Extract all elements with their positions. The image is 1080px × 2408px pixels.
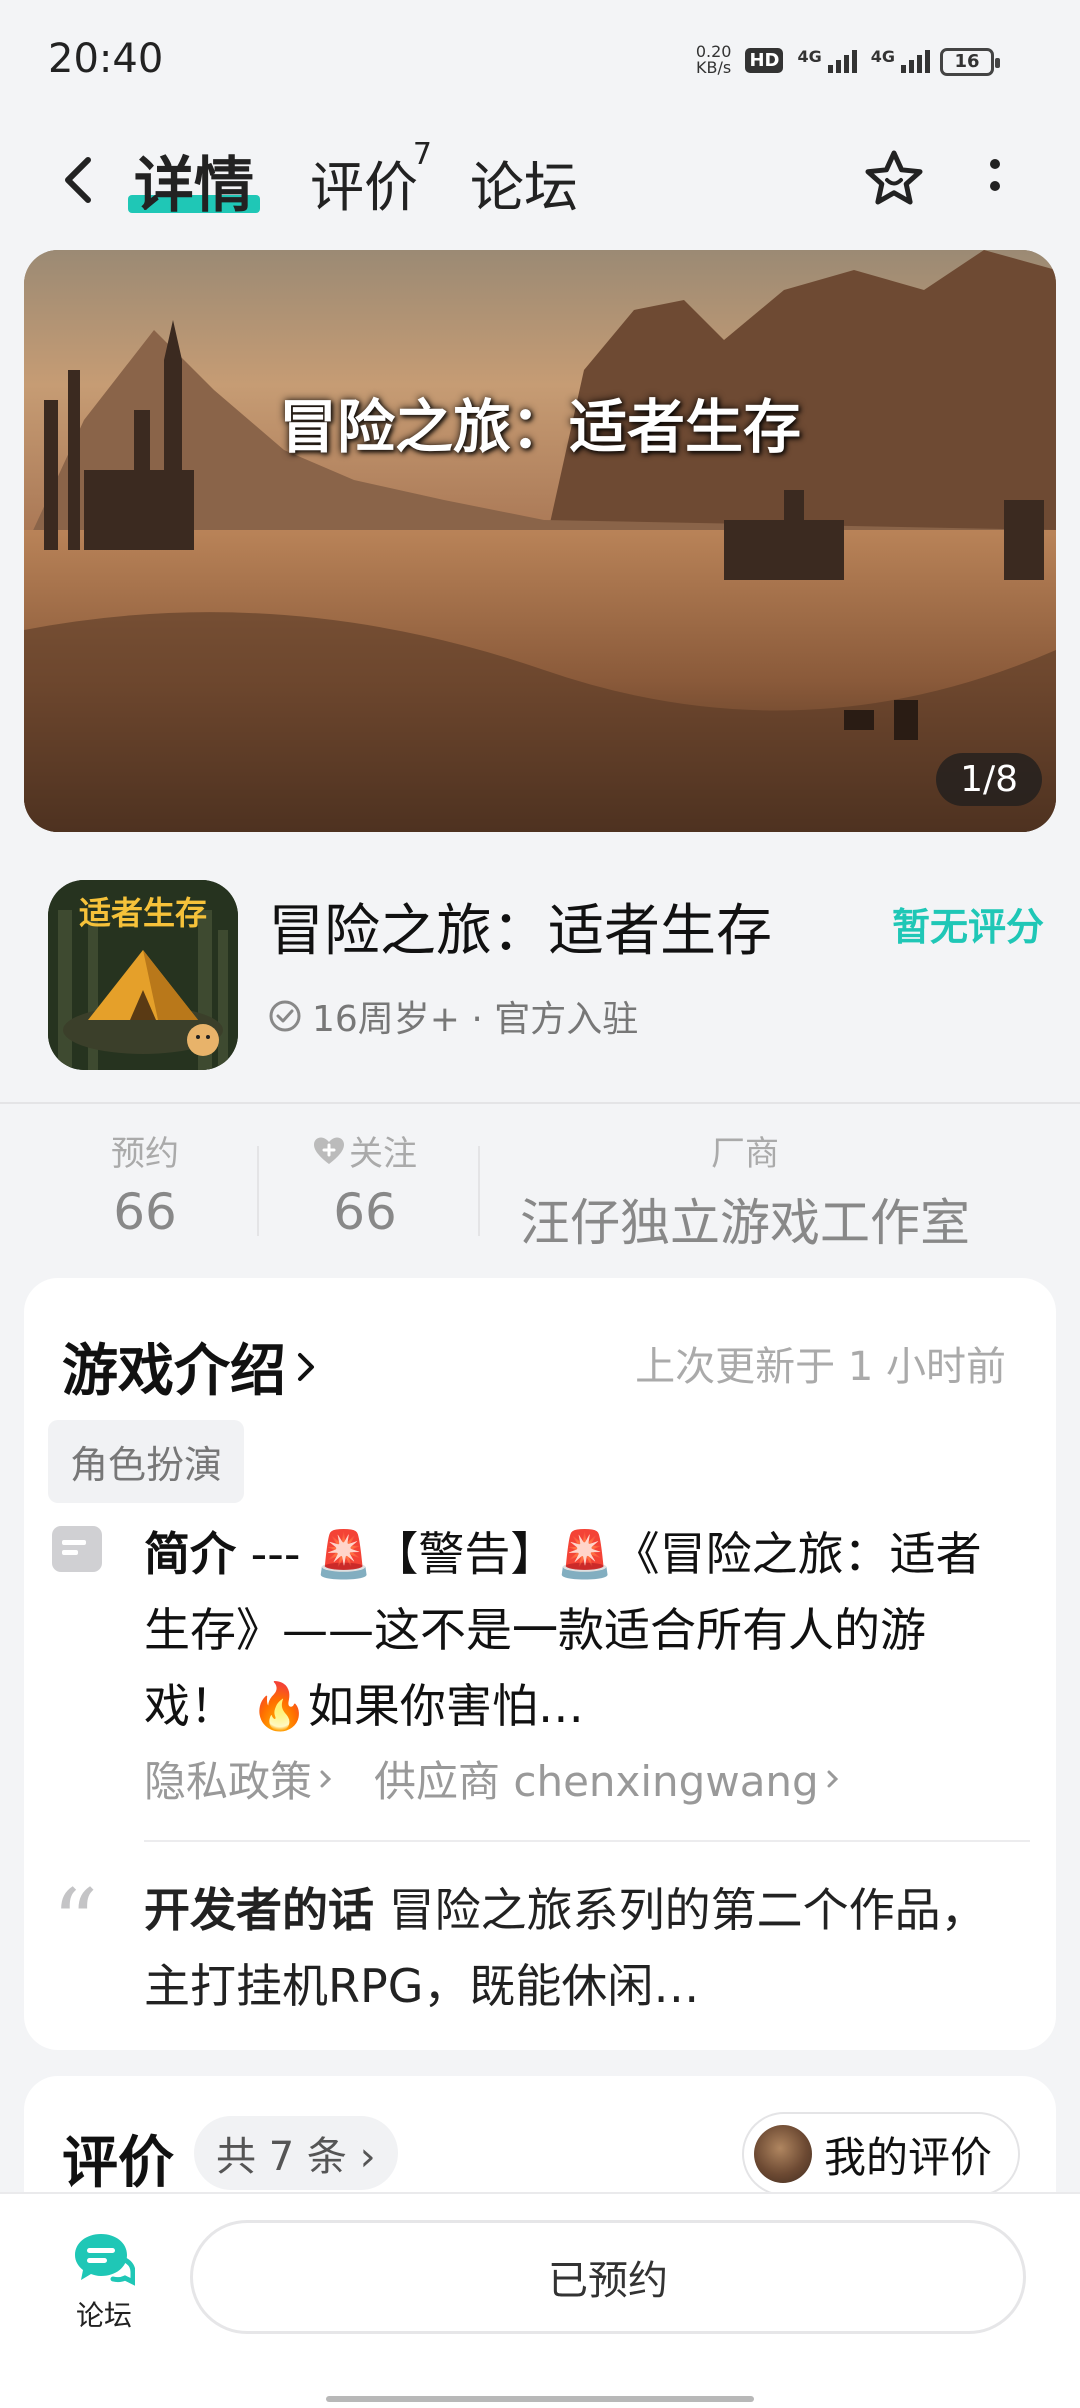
follow-stat[interactable]: 关注 66 <box>290 1126 440 1241</box>
privacy-policy-link[interactable]: 隐私政策 <box>144 1748 334 1809</box>
forum-shortcut[interactable]: 论坛 <box>54 2230 154 2334</box>
bottom-action-bar: 论坛 已预约 <box>0 2192 1080 2408</box>
divider <box>257 1146 259 1236</box>
top-nav: 详情 评价 7 论坛 <box>0 125 1080 235</box>
chevron-right-icon <box>827 1770 838 1787</box>
star-icon <box>865 150 923 205</box>
note-icon <box>52 1526 102 1572</box>
last-updated: 上次更新于 1 小时前 <box>635 1344 1006 1390</box>
dot <box>990 159 1000 169</box>
check-circle-icon <box>269 1000 301 1032</box>
reserved-button[interactable]: 已预约 <box>190 2220 1026 2334</box>
favorite-button[interactable] <box>862 147 926 211</box>
home-indicator[interactable] <box>326 2396 754 2402</box>
status-icons: 0.20 KB/s HD 4G 4G <box>696 42 930 78</box>
intro-summary[interactable]: 简介 --- 🚨【警告】🚨《冒险之旅：适者生存》——这不是一款适合所有人的游戏！… <box>144 1516 1004 1744</box>
game-icon-text: 适者生存 <box>78 894 207 932</box>
chevron-right-icon <box>320 1770 332 1787</box>
signal-icon: 4G <box>797 47 857 73</box>
screenshot-carousel[interactable]: 冒险之旅：适者生存 1/8 <box>24 250 1056 832</box>
genre-tag[interactable]: 角色扮演 <box>48 1420 245 1503</box>
dot <box>990 181 1000 191</box>
tab-detail[interactable]: 详情 <box>134 137 254 224</box>
reserve-stat: 预约 66 <box>111 1134 179 1241</box>
avatar <box>753 2125 812 2183</box>
back-button[interactable] <box>50 150 110 210</box>
more-options-button[interactable] <box>980 147 1010 211</box>
chevron-right-icon <box>298 1352 314 1381</box>
image-counter: 1/8 <box>936 753 1042 806</box>
game-intro-card: 游戏介绍 上次更新于 1 小时前 角色扮演 简介 --- 🚨【警告】🚨《冒险之旅… <box>24 1278 1056 2050</box>
divider <box>478 1146 480 1236</box>
tab-review[interactable]: 评价 7 <box>310 137 432 222</box>
game-title: 冒险之旅：适者生存 <box>268 899 772 964</box>
stats-row: 预约 66 关注 66 厂商 汪仔独立游戏工作室 <box>0 1102 1080 1272</box>
quote-icon: “ <box>52 1870 99 1975</box>
game-meta: 16周岁+ · 官方入驻 <box>268 990 638 1042</box>
network-speed: 0.20 KB/s <box>695 42 732 77</box>
game-info: 适者生存 冒险之旅：适者生存 暂无评分 16周岁+ · 官方入驻 <box>0 850 1080 1102</box>
supplier-link[interactable]: 供应商 chenxingwang <box>374 1748 841 1809</box>
tab-forum[interactable]: 论坛 <box>470 143 578 222</box>
score-status: 暂无评分 <box>891 905 1044 949</box>
chat-bubble-icon <box>75 2234 136 2287</box>
hd-icon: HD <box>745 47 784 73</box>
heart-plus-icon <box>314 1137 344 1164</box>
reviews-title: 评价 <box>62 2131 174 2196</box>
game-icon: 适者生存 <box>48 880 238 1070</box>
developer-note[interactable]: 开发者的话 冒险之旅系列的第二个作品，主打挂机RPG，既能休闲… <box>144 1872 1004 2024</box>
status-time: 20:40 <box>48 36 164 82</box>
my-review-button[interactable]: 我的评价 <box>741 2112 1020 2196</box>
signal-icon: 4G <box>871 47 930 73</box>
status-bar: 20:40 0.20 KB/s HD 4G 4G 16 <box>0 0 1080 120</box>
chevron-right-icon: › <box>359 2134 376 2180</box>
chevron-left-icon <box>65 157 91 203</box>
divider <box>144 1840 1030 1842</box>
review-count-badge: 7 <box>412 137 432 172</box>
intro-title-link[interactable]: 游戏介绍 <box>62 1326 320 1407</box>
desert-landscape-image <box>24 250 1056 832</box>
battery-icon: 16 <box>940 48 1000 76</box>
banner-title: 冒险之旅：适者生存 <box>278 393 801 461</box>
review-count-pill[interactable]: 共 7 条 › <box>194 2116 398 2190</box>
vendor-stat[interactable]: 厂商 汪仔独立游戏工作室 <box>500 1126 990 1255</box>
intro-links: 隐私政策 供应商 chenxingwang <box>144 1748 841 1809</box>
